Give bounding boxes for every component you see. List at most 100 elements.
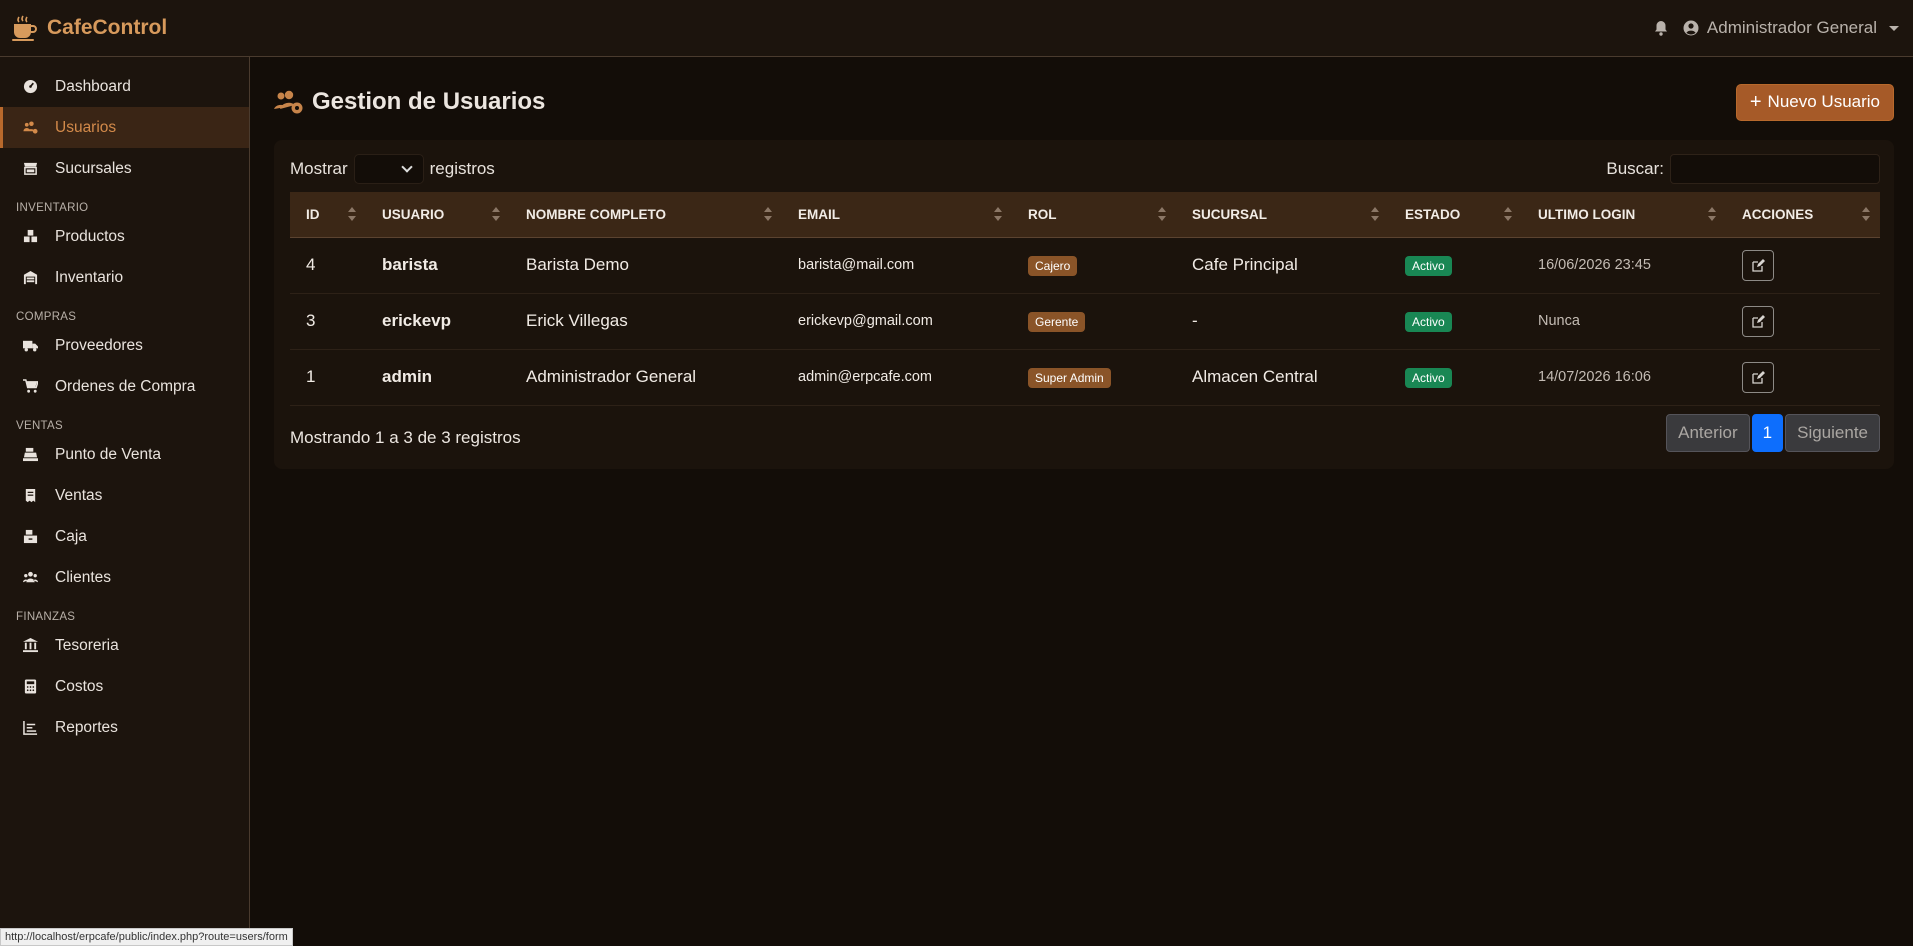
new-user-button[interactable]: + Nuevo Usuario (1735, 83, 1894, 121)
column-header-usuario[interactable]: USUARIO (366, 192, 510, 238)
edit-user-button[interactable] (1742, 305, 1774, 337)
cell-actions (1726, 293, 1880, 349)
cash-drawer-icon (23, 529, 38, 544)
cart-icon (23, 379, 38, 393)
pagination: Anterior 1 Siguiente (1666, 414, 1880, 452)
cell-full-name: Erick Villegas (526, 311, 628, 330)
page-title-text: Gestion de Usuarios (312, 88, 546, 115)
cell-actions (1726, 237, 1880, 293)
sidebar-item-label: Ordenes de Compra (55, 377, 196, 395)
column-header-email[interactable]: EMAIL (782, 192, 1012, 238)
table-row: 1 admin Administrador General admin@erpc… (290, 349, 1880, 405)
sort-icon (764, 207, 772, 221)
column-header-ultimo-login[interactable]: ULTIMO LOGIN (1522, 192, 1726, 238)
next-page-button[interactable]: Siguiente (1785, 414, 1880, 452)
sort-icon (348, 207, 356, 221)
sort-icon (1862, 207, 1870, 221)
browser-status-bar: http://localhost/erpcafe/public/index.ph… (0, 928, 293, 946)
column-header-acciones[interactable]: ACCIONES (1726, 192, 1880, 238)
brand-name: CafeControl (47, 16, 168, 39)
brand-logo[interactable]: CafeControl (12, 15, 167, 41)
role-badge: Cajero (1028, 255, 1078, 276)
records-label: registros (429, 158, 495, 178)
table-info: Mostrando 1 a 3 de 3 registros (290, 428, 521, 447)
sidebar-item-clientes[interactable]: Clientes (0, 557, 249, 598)
table-controls: Mostrar registros Buscar: (290, 153, 1880, 184)
cell-branch: Cafe Principal (1192, 255, 1298, 274)
warehouse-icon (23, 270, 38, 285)
truck-icon (23, 340, 38, 352)
sidebar-item-costos[interactable]: Costos (0, 666, 249, 707)
dashboard-icon (23, 79, 38, 94)
bank-icon (23, 638, 38, 653)
sidebar-item-ordenes-compra[interactable]: Ordenes de Compra (0, 366, 249, 407)
sidebar-item-label: Productos (55, 227, 125, 245)
boxes-icon (23, 229, 38, 243)
users-icon (23, 571, 38, 583)
column-header-sucursal[interactable]: SUCURSAL (1176, 192, 1389, 238)
chevron-down-icon (400, 160, 413, 173)
section-ventas: VENTAS (16, 420, 63, 432)
sidebar-item-ventas[interactable]: Ventas (0, 475, 249, 516)
page-button-1[interactable]: 1 (1751, 414, 1784, 452)
sidebar-item-label: Usuarios (55, 118, 117, 136)
cell-branch: - (1192, 311, 1198, 330)
column-header-nombre[interactable]: NOMBRE COMPLETO (510, 192, 782, 238)
cell-role: Cajero (1012, 237, 1176, 293)
chart-icon (23, 720, 38, 735)
cell-username: erickevp (382, 311, 451, 330)
sidebar-item-productos[interactable]: Productos (0, 216, 249, 257)
sidebar-item-caja[interactable]: Caja (0, 516, 249, 557)
sidebar-item-label: Reportes (55, 718, 118, 736)
sidebar-item-sucursales[interactable]: Sucursales (0, 148, 249, 189)
cell-role: Gerente (1012, 293, 1176, 349)
edit-user-button[interactable] (1742, 361, 1774, 393)
cell-email: admin@erpcafe.com (798, 369, 932, 385)
sidebar-item-reportes[interactable]: Reportes (0, 707, 249, 748)
cell-username: admin (382, 367, 433, 386)
cell-last-login: Nunca (1538, 313, 1580, 329)
status-badge: Activo (1405, 367, 1452, 388)
users-cog-icon (274, 90, 303, 114)
sidebar-item-label: Ventas (55, 486, 103, 504)
edit-user-button[interactable] (1742, 249, 1774, 281)
user-menu[interactable]: Administrador General (1683, 18, 1899, 38)
search-box: Buscar: (1606, 153, 1880, 184)
sidebar-item-usuarios[interactable]: Usuarios (0, 107, 249, 148)
plus-icon: + (1749, 91, 1762, 113)
sidebar-item-label: Clientes (55, 568, 111, 586)
column-header-id[interactable]: ID (290, 192, 366, 238)
sidebar-item-tesoreria[interactable]: Tesoreria (0, 625, 249, 666)
column-header-rol[interactable]: ROL (1012, 192, 1176, 238)
sidebar-item-proveedores[interactable]: Proveedores (0, 325, 249, 366)
sidebar-item-label: Inventario (55, 268, 124, 286)
search-input[interactable] (1670, 153, 1880, 184)
column-header-estado[interactable]: ESTADO (1389, 192, 1522, 238)
table-header-row: ID USUARIO NOMBRE COMPLETO EMAIL ROL SUC… (290, 192, 1880, 238)
sidebar-item-dashboard[interactable]: Dashboard (0, 66, 249, 107)
sidebar-item-punto-venta[interactable]: Punto de Venta (0, 434, 249, 475)
sidebar-item-label: Punto de Venta (55, 445, 162, 463)
bell-icon[interactable] (1653, 20, 1669, 36)
cell-id: 1 (306, 367, 316, 386)
prev-page-button[interactable]: Anterior (1666, 414, 1750, 452)
cell-last-login: 14/07/2026 16:06 (1538, 369, 1651, 385)
sidebar-item-label: Sucursales (55, 159, 132, 177)
cell-status: Activo (1389, 349, 1522, 405)
coffee-cup-icon (12, 15, 37, 41)
section-compras: COMPRAS (16, 311, 77, 323)
status-badge: Activo (1405, 311, 1452, 332)
show-label: Mostrar (290, 158, 348, 178)
main-content: Gestion de Usuarios + Nuevo Usuario Most… (251, 57, 1913, 946)
sidebar-item-label: Caja (55, 527, 87, 545)
status-badge: Activo (1405, 255, 1452, 276)
sidebar: Dashboard Usuarios Sucursales INVENTARIO… (0, 57, 250, 946)
cell-last-login: 16/06/2026 23:45 (1538, 257, 1651, 273)
search-label: Buscar: (1606, 158, 1664, 178)
role-badge: Gerente (1028, 311, 1086, 332)
page-length-select[interactable] (353, 153, 424, 184)
users-cog-icon (23, 121, 38, 134)
sidebar-item-inventario[interactable]: Inventario (0, 257, 249, 298)
cell-status: Activo (1389, 237, 1522, 293)
cell-status: Activo (1389, 293, 1522, 349)
